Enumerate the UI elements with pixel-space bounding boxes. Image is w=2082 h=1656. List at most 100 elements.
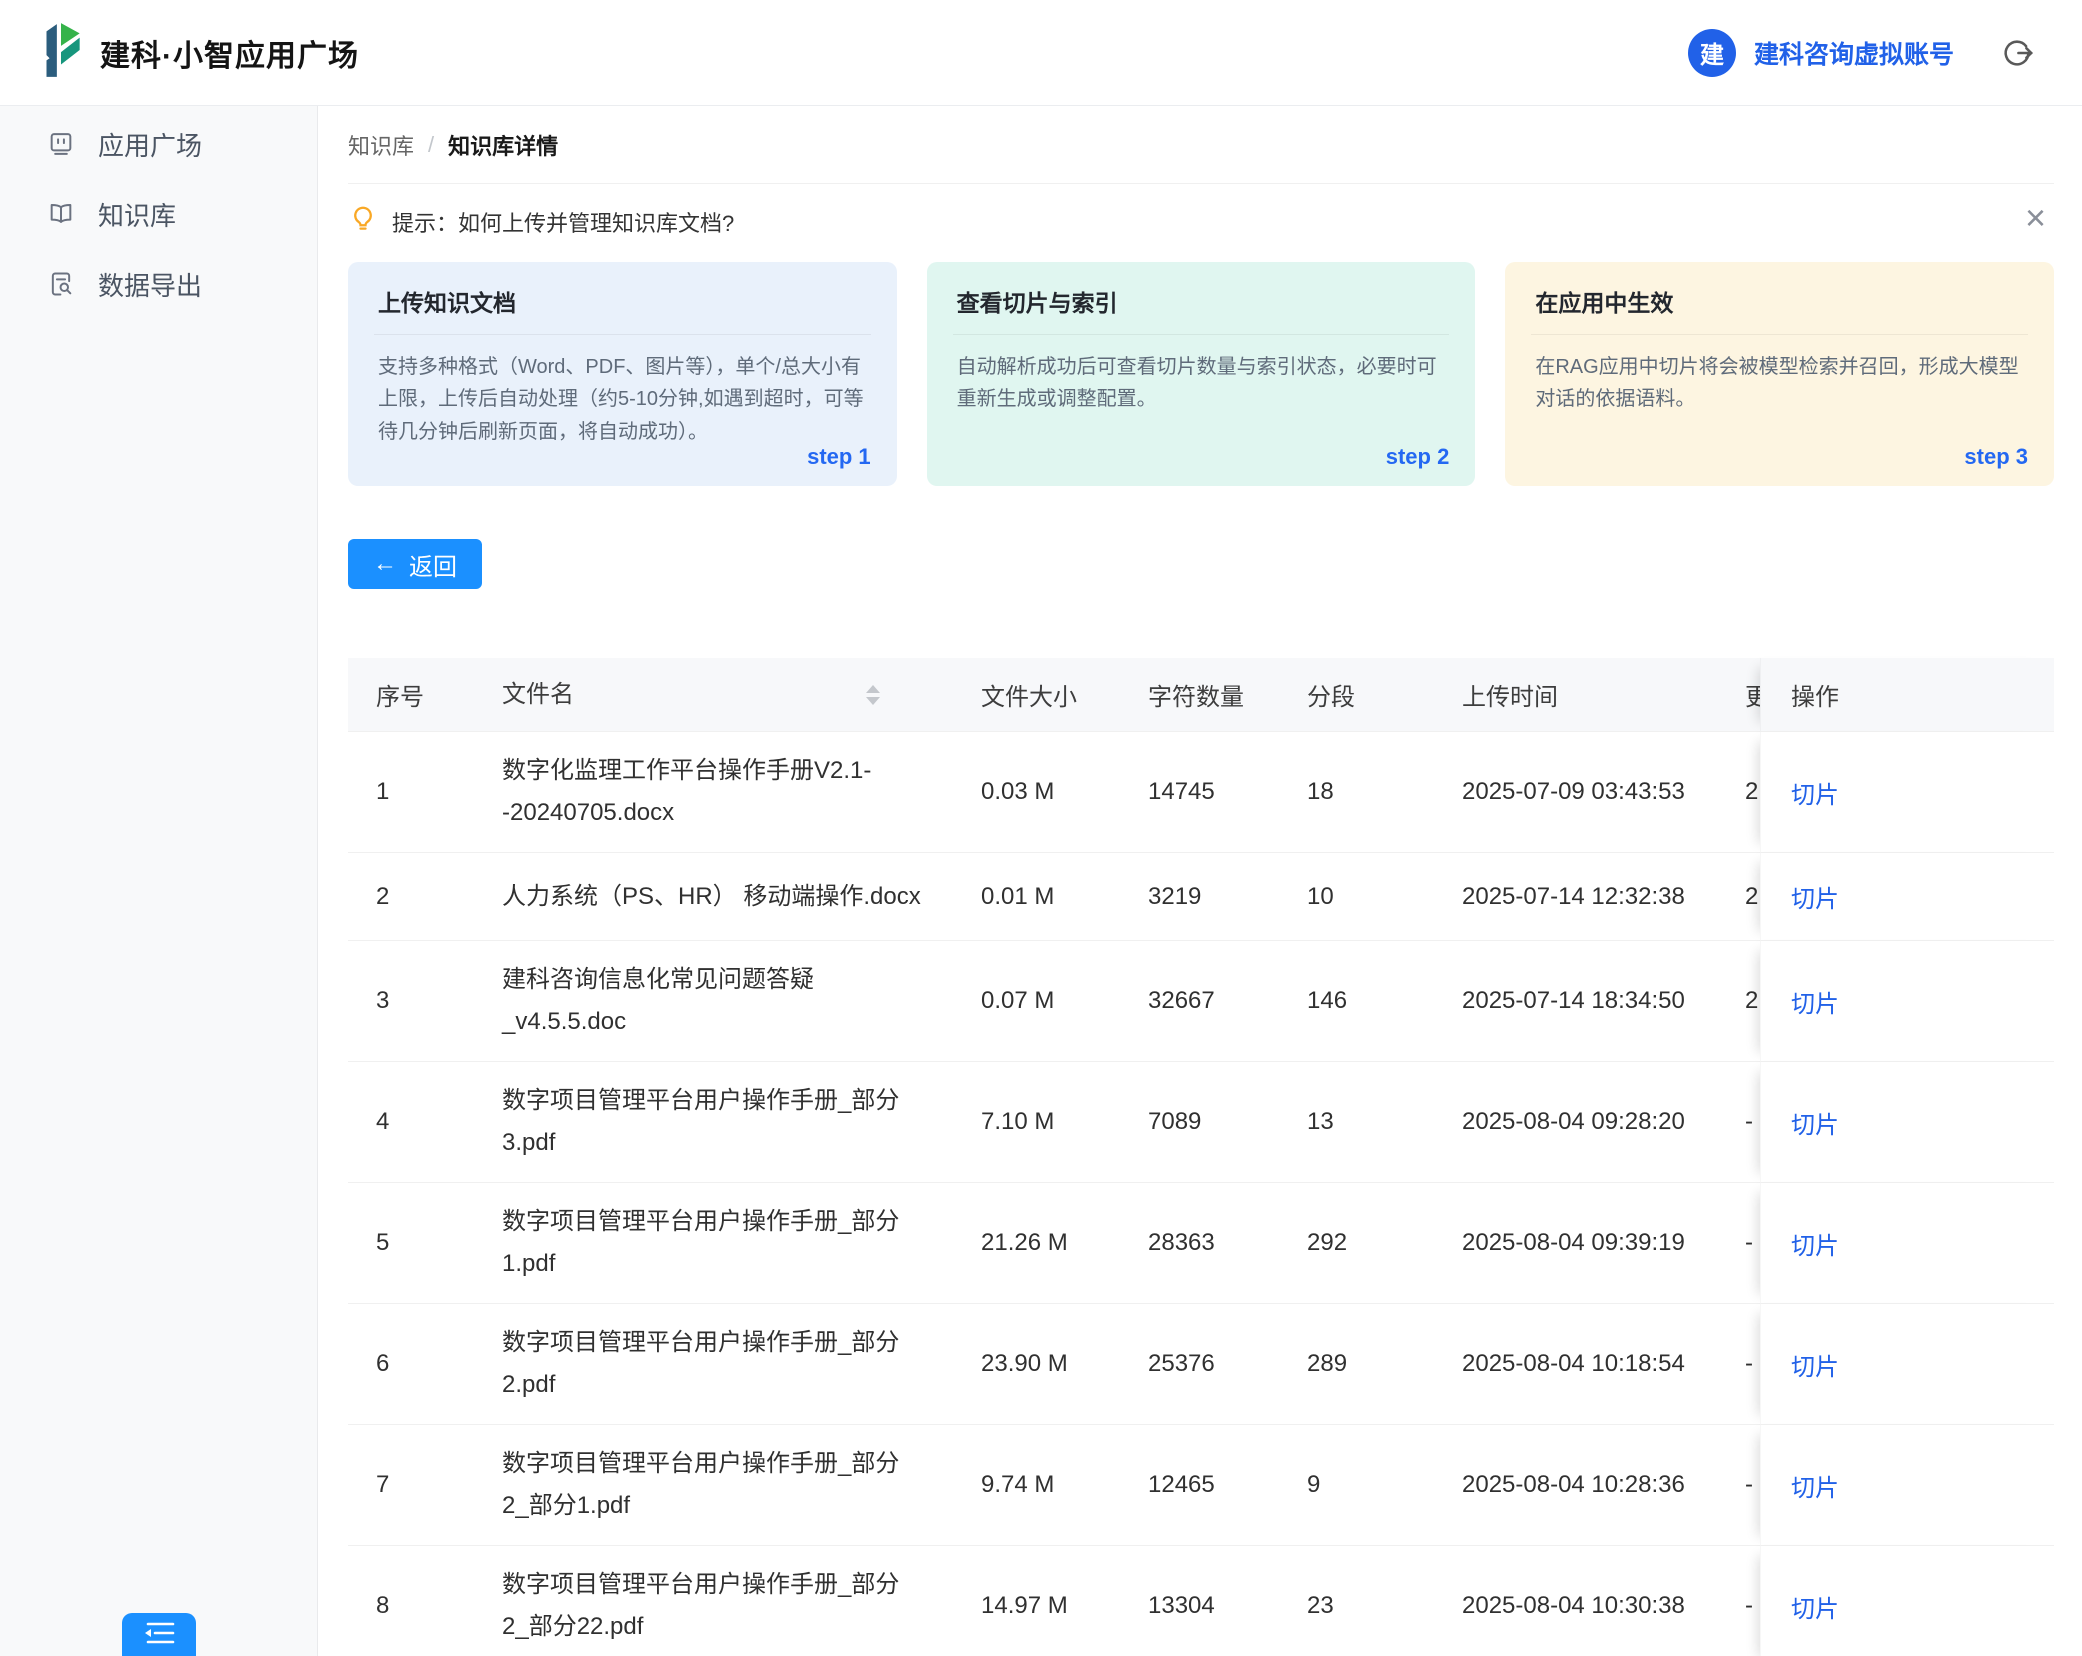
- card-body: 自动解析成功后可查看切片数量与索引状态，必要时可重新生成或调整配置。: [953, 335, 1450, 416]
- main-content: 知识库 / 知识库详情 提示：如何上传并管理知识库文档? × 上传知识文档 支持…: [318, 106, 2082, 1656]
- row-segments: 23: [1307, 1592, 1462, 1620]
- step-cards: 上传知识文档 支持多种格式（Word、PDF、图片等），单个/总大小有上限，上传…: [348, 262, 2054, 486]
- row-filesize: 7.10 M: [981, 1108, 1148, 1136]
- breadcrumb-parent[interactable]: 知识库: [348, 129, 414, 161]
- row-charcount: 14745: [1148, 778, 1307, 806]
- table-header-row: 序号 文件名 文件大小 字符数量 分段 上传时间 更 操作: [348, 658, 2054, 732]
- slice-link[interactable]: 切片: [1791, 1226, 1839, 1261]
- row-segments: 9: [1307, 1471, 1462, 1499]
- table-row: 4 数字项目管理平台用户操作手册_部分3.pdf 7.10 M 7089 13 …: [348, 1062, 2054, 1183]
- close-icon[interactable]: ×: [2025, 200, 2046, 236]
- row-action-cell: 切片: [1760, 1183, 2054, 1304]
- row-segments: 13: [1307, 1108, 1462, 1136]
- slice-link[interactable]: 切片: [1791, 1589, 1839, 1624]
- row-charcount: 7089: [1148, 1108, 1307, 1136]
- table-row: 7 数字项目管理平台用户操作手册_部分2_部分1.pdf 9.74 M 1246…: [348, 1425, 2054, 1546]
- user-name[interactable]: 建科咨询虚拟账号: [1754, 35, 1954, 71]
- row-filename: 数字项目管理平台用户操作手册_部分1.pdf: [502, 1201, 981, 1285]
- row-filesize: 9.74 M: [981, 1471, 1148, 1499]
- row-filesize: 23.90 M: [981, 1350, 1148, 1378]
- sidebar-item-label: 知识库: [98, 196, 176, 233]
- row-segments: 10: [1307, 883, 1462, 911]
- col-header-action-label: 操作: [1791, 677, 1839, 712]
- table-row: 2 人力系统（PS、HR） 移动端操作.docx 0.01 M 3219 10 …: [348, 853, 2054, 941]
- row-upload-time: 2025-08-04 10:18:54: [1462, 1350, 1745, 1378]
- row-action-cell: 切片: [1760, 1425, 2054, 1546]
- row-action-cell: 切片: [1760, 941, 2054, 1062]
- step-label: step 1: [807, 444, 871, 470]
- row-segments: 18: [1307, 778, 1462, 806]
- row-segments: 146: [1307, 987, 1462, 1015]
- breadcrumb: 知识库 / 知识库详情: [348, 106, 2054, 184]
- table-row: 5 数字项目管理平台用户操作手册_部分1.pdf 21.26 M 28363 2…: [348, 1183, 2054, 1304]
- row-charcount: 25376: [1148, 1350, 1307, 1378]
- col-header-chars: 字符数量: [1148, 677, 1307, 712]
- user-avatar[interactable]: 建: [1688, 29, 1736, 77]
- step-card-apply: 在应用中生效 在RAG应用中切片将会被模型检索并召回，形成大模型对话的依据语料。…: [1505, 262, 2054, 486]
- col-header-filename: 文件名: [502, 674, 981, 716]
- sidebar-item-label: 数据导出: [98, 266, 202, 303]
- row-filesize: 0.03 M: [981, 778, 1148, 806]
- row-action-cell: 切片: [1760, 732, 2054, 853]
- breadcrumb-separator: /: [428, 132, 434, 158]
- slice-link[interactable]: 切片: [1791, 1105, 1839, 1140]
- back-button-label: 返回: [409, 547, 457, 582]
- slice-link[interactable]: 切片: [1791, 1347, 1839, 1382]
- slice-link[interactable]: 切片: [1791, 879, 1839, 914]
- col-header-filename-label: 文件名: [502, 674, 574, 716]
- row-upload-time: 2025-07-14 12:32:38: [1462, 883, 1745, 911]
- brand: 建科·小智应用广场: [40, 21, 359, 84]
- sidebar-collapse-button[interactable]: [122, 1613, 196, 1656]
- col-header-index: 序号: [376, 677, 502, 712]
- slice-link[interactable]: 切片: [1791, 775, 1839, 810]
- tip-text: 提示：如何上传并管理知识库文档?: [392, 206, 734, 238]
- row-upload-time: 2025-07-14 18:34:50: [1462, 987, 1745, 1015]
- row-upload-time: 2025-08-04 10:30:38: [1462, 1592, 1745, 1620]
- row-segments: 289: [1307, 1350, 1462, 1378]
- sidebar: 应用广场 知识库 数据导出: [0, 106, 318, 1656]
- row-filename: 数字项目管理平台用户操作手册_部分2_部分1.pdf: [502, 1443, 981, 1527]
- col-header-segments: 分段: [1307, 677, 1462, 712]
- app-title: 建科·小智应用广场: [100, 31, 359, 75]
- row-filename: 数字化监理工作平台操作手册V2.1--20240705.docx: [502, 750, 981, 834]
- row-index: 6: [376, 1350, 502, 1378]
- logout-icon[interactable]: [2000, 36, 2034, 70]
- row-action-cell: 切片: [1760, 1546, 2054, 1656]
- lightbulb-icon: [348, 204, 378, 240]
- sidebar-item-knowledge-base[interactable]: 知识库: [0, 179, 317, 249]
- row-filesize: 0.07 M: [981, 987, 1148, 1015]
- card-body: 在RAG应用中切片将会被模型检索并召回，形成大模型对话的依据语料。: [1531, 335, 2028, 416]
- sort-icon[interactable]: [866, 685, 880, 705]
- row-action-cell: 切片: [1760, 1062, 2054, 1183]
- row-filesize: 14.97 M: [981, 1592, 1148, 1620]
- row-action-cell: 切片: [1760, 853, 2054, 941]
- row-filename: 数字项目管理平台用户操作手册_部分2.pdf: [502, 1322, 981, 1406]
- row-index: 8: [376, 1592, 502, 1620]
- card-title: 查看切片与索引: [953, 262, 1450, 335]
- card-title: 在应用中生效: [1531, 262, 2028, 335]
- app-plaza-icon: [46, 130, 76, 158]
- slice-link[interactable]: 切片: [1791, 1468, 1839, 1503]
- slice-link[interactable]: 切片: [1791, 984, 1839, 1019]
- row-filename: 人力系统（PS、HR） 移动端操作.docx: [502, 876, 981, 918]
- row-charcount: 28363: [1148, 1229, 1307, 1257]
- card-title: 上传知识文档: [374, 262, 871, 335]
- table-row: 1 数字化监理工作平台操作手册V2.1--20240705.docx 0.03 …: [348, 732, 2054, 853]
- row-filename: 数字项目管理平台用户操作手册_部分3.pdf: [502, 1080, 981, 1164]
- menu-fold-icon: [140, 1618, 178, 1653]
- knowledge-base-icon: [46, 200, 76, 228]
- col-header-uploaded: 上传时间: [1462, 677, 1745, 712]
- sidebar-item-app-plaza[interactable]: 应用广场: [0, 109, 317, 179]
- breadcrumb-current: 知识库详情: [448, 129, 558, 161]
- sidebar-item-data-export[interactable]: 数据导出: [0, 249, 317, 319]
- back-arrow-icon: ←: [373, 550, 397, 578]
- col-header-action: 操作: [1760, 658, 2054, 732]
- app-header: 建科·小智应用广场 建 建科咨询虚拟账号: [0, 0, 2082, 106]
- row-index: 4: [376, 1108, 502, 1136]
- back-button[interactable]: ← 返回: [348, 539, 482, 589]
- row-charcount: 3219: [1148, 883, 1307, 911]
- row-index: 2: [376, 883, 502, 911]
- card-body: 支持多种格式（Word、PDF、图片等），单个/总大小有上限，上传后自动处理（约…: [374, 335, 871, 448]
- row-upload-time: 2025-08-04 09:39:19: [1462, 1229, 1745, 1257]
- row-filename: 数字项目管理平台用户操作手册_部分2_部分22.pdf: [502, 1564, 981, 1648]
